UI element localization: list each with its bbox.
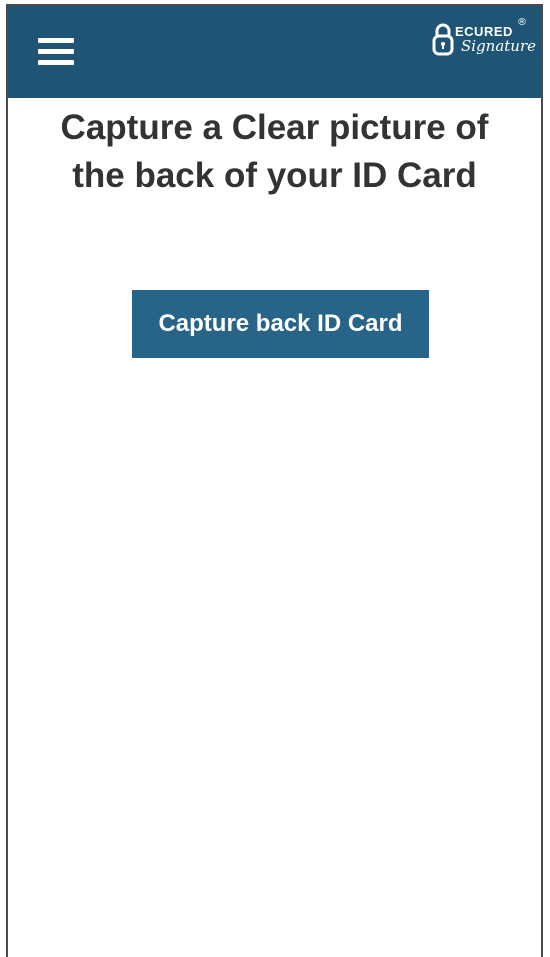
- menu-bar-line: [38, 49, 74, 54]
- menu-bar-line: [38, 38, 74, 43]
- page-title-line1: Capture a Clear picture of: [60, 108, 489, 147]
- menu-bar-line: [38, 60, 74, 65]
- phone-frame: ECURED Signature ® Capture a Clear pictu…: [6, 4, 543, 957]
- registered-mark: ®: [517, 17, 527, 28]
- capture-back-id-button[interactable]: Capture back ID Card: [132, 290, 429, 358]
- padlock-logo-icon: [432, 23, 454, 56]
- secured-signature-logo: ECURED Signature ®: [431, 17, 536, 64]
- hamburger-menu-icon[interactable]: [38, 36, 74, 66]
- top-app-bar: ECURED Signature ®: [8, 6, 541, 98]
- page-title: Capture a Clear picture of the back of y…: [8, 104, 541, 200]
- page-title-line2: the back of your ID Card: [72, 156, 477, 195]
- logo-text-signature: Signature: [461, 37, 537, 55]
